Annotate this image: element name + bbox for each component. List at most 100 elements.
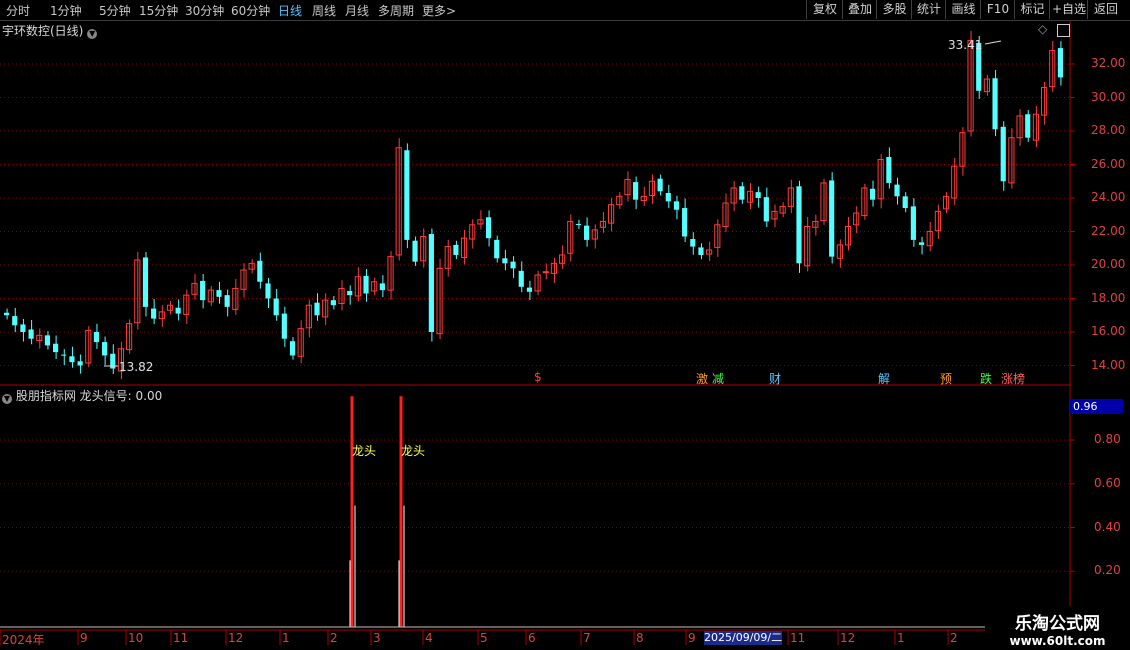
candle — [436, 258, 443, 340]
event-marker-jie[interactable]: 解 — [878, 370, 890, 387]
candle — [624, 171, 631, 202]
date-axis-label: 12 — [228, 631, 244, 645]
candle — [730, 181, 737, 212]
candle — [869, 180, 876, 207]
event-marker-yu[interactable]: 预 — [940, 370, 952, 387]
candle-body — [902, 196, 908, 209]
candle-body — [28, 329, 34, 339]
candle-body — [102, 342, 108, 356]
chevron-down-icon[interactable]: ▼ — [87, 29, 98, 39]
indicator-tick-label: 0.40 — [1094, 519, 1121, 534]
signal-label-1: 龙头 — [352, 444, 377, 458]
candle-body — [305, 304, 312, 329]
candle — [142, 251, 149, 317]
candle — [379, 275, 385, 297]
candle — [93, 323, 100, 349]
candle-body — [200, 280, 206, 301]
candle — [69, 346, 75, 368]
price-chart[interactable] — [0, 0, 1130, 650]
candle — [951, 157, 958, 205]
price-tick-label: 18.00 — [1091, 290, 1126, 305]
candle — [706, 241, 713, 261]
candle — [1057, 41, 1063, 86]
diamond-icon[interactable]: ◇ — [1038, 22, 1047, 36]
candle-body — [877, 158, 884, 200]
candle — [216, 281, 222, 304]
indicator-tick-label: 0.60 — [1094, 475, 1121, 490]
date-axis-label: 12 — [840, 631, 856, 645]
candle-body — [330, 300, 336, 306]
candle — [281, 306, 287, 347]
candle-body — [404, 150, 410, 240]
candle-body — [44, 335, 51, 346]
candle — [510, 256, 516, 278]
candle — [387, 251, 394, 300]
candle — [665, 184, 671, 209]
candlestick-series — [4, 30, 1063, 380]
chevron-down-icon[interactable]: ▼ — [2, 394, 12, 404]
candle — [44, 331, 51, 350]
candle-body — [257, 260, 263, 282]
candle-body — [763, 197, 769, 222]
candle — [338, 280, 345, 311]
window-toggle-icon[interactable] — [1057, 24, 1070, 37]
price-tick-label: 30.00 — [1091, 89, 1126, 104]
date-axis-label: 2 — [330, 631, 338, 645]
candle — [224, 289, 230, 317]
date-axis-label: 10 — [128, 631, 144, 645]
candle — [1032, 106, 1039, 148]
high-price-label: 33.41 — [948, 38, 983, 52]
event-marker-jian[interactable]: 减 — [712, 370, 724, 387]
candle — [1008, 128, 1015, 189]
candle — [126, 319, 133, 354]
candle-body — [248, 262, 255, 270]
candle-body — [494, 239, 500, 259]
candle — [420, 228, 427, 268]
candle-body — [886, 156, 892, 183]
candle — [322, 293, 329, 326]
event-marker-zhangbang[interactable]: 涨榜 — [1001, 370, 1025, 387]
candle — [640, 186, 647, 207]
candle — [363, 269, 369, 302]
candle — [739, 182, 745, 204]
candle-body — [224, 295, 230, 307]
price-tick-label: 22.00 — [1091, 223, 1126, 238]
chart-axes — [0, 21, 1130, 645]
event-marker-die[interactable]: 跌 — [980, 370, 992, 387]
candle-body — [281, 313, 287, 339]
cursor-date-box: 2025/09/09/二 — [704, 631, 783, 645]
main-chart-header: 宇环数控(日线) ▼ — [2, 22, 98, 39]
candle — [110, 344, 116, 375]
price-tick-label: 16.00 — [1091, 324, 1126, 338]
candle-body — [151, 308, 157, 319]
candle — [633, 176, 639, 210]
candle — [567, 214, 574, 262]
candle-body — [273, 298, 279, 316]
candle — [804, 216, 811, 272]
event-marker-cai[interactable]: 财 — [769, 370, 781, 387]
candle — [102, 336, 108, 365]
candle — [698, 243, 704, 260]
candle-body — [673, 201, 680, 210]
price-tick-label: 26.00 — [1091, 156, 1126, 171]
price-tick-label: 14.00 — [1091, 357, 1126, 372]
candle — [853, 206, 860, 234]
candle-body — [347, 290, 353, 296]
candle-body — [575, 223, 582, 225]
candle — [886, 147, 892, 189]
candle — [347, 285, 353, 305]
candle — [20, 318, 26, 342]
candle — [983, 74, 990, 96]
candle — [240, 263, 247, 298]
indicator-tick-label: 0.80 — [1094, 432, 1121, 446]
candle-body — [1057, 48, 1063, 78]
event-marker-ji[interactable]: 激 — [696, 370, 708, 387]
event-marker-dollar[interactable]: $ — [534, 370, 542, 384]
stock-title: 宇环数控(日线) — [2, 24, 84, 38]
candle — [330, 295, 336, 310]
candle-body — [518, 270, 524, 287]
high-pointer — [984, 40, 1002, 45]
candle — [134, 251, 141, 330]
candle — [894, 177, 900, 205]
candle-body — [682, 208, 688, 237]
